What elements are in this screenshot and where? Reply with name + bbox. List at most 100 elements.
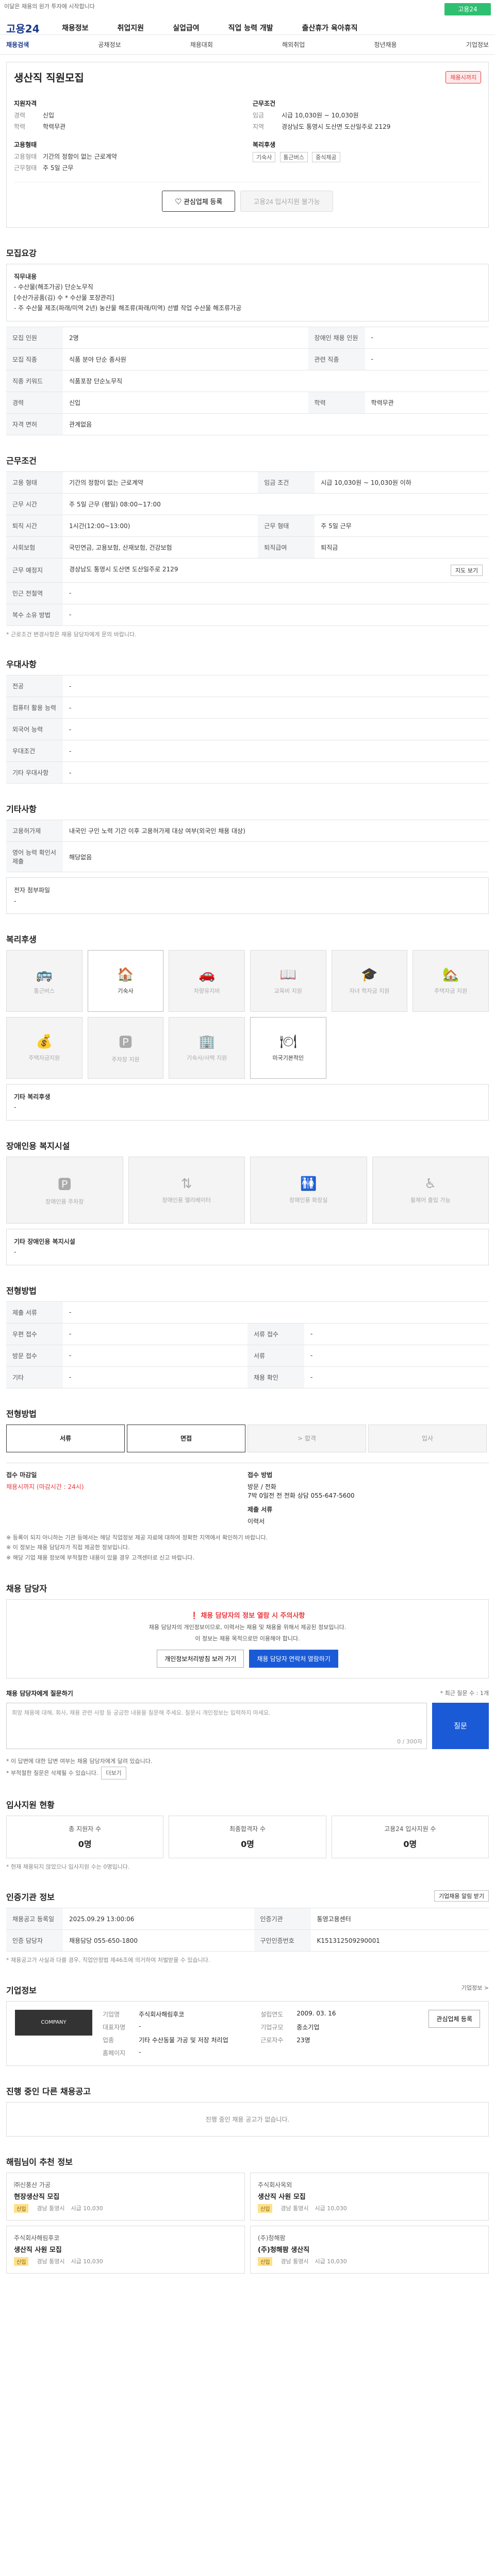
subnav-item[interactable]: 공채정보	[98, 40, 121, 49]
cell-value: -	[63, 1344, 248, 1367]
gnb-item[interactable]: 직업 능력 개발	[228, 23, 273, 33]
company-employees: 23명	[296, 2036, 310, 2044]
rec-card[interactable]: 주식회사옥외 생산직 사원 모집 신입 경남 통영시 시급 10,030	[250, 2172, 489, 2221]
gnb-item[interactable]: 출산휴가 육아휴직	[302, 23, 358, 33]
apply-doc-title: 전형방법	[6, 1285, 37, 1296]
method-label: 접수 방법	[248, 1471, 273, 1479]
dorm-icon: 🏠	[117, 967, 134, 982]
subnav-item[interactable]: 채용검색	[6, 40, 29, 49]
cell-value: 주 5일 근무 (평일) 08:00~17:00	[63, 493, 489, 515]
bus-icon: 🚌	[36, 967, 53, 982]
job-desc-line: - 주 수산물 제조(파래/미역 2년) 농산물 해조류(파래/미역) 선별 작…	[14, 304, 242, 312]
elevator-icon: ⇅	[180, 1176, 192, 1192]
cell-value: 학력무관	[365, 391, 489, 414]
preference-title: 우대사항	[6, 659, 37, 670]
welfare-pill: 중식제공	[312, 152, 340, 162]
docs-label: 제출 서류	[248, 1505, 273, 1513]
more-button[interactable]: 더보기	[101, 1766, 126, 1780]
company-size: 중소기업	[296, 2023, 320, 2031]
cell-key: 인증기관	[254, 1908, 311, 1930]
status-title: 입사지원 현황	[6, 1800, 55, 1810]
privacy-button[interactable]: 개인정보처리방침 보러 가기	[157, 1649, 244, 1668]
house-icon: 🏡	[442, 967, 459, 982]
qualification-head: 지원자격	[14, 100, 37, 107]
etc-title: 기타사항	[6, 804, 37, 815]
subnav-item[interactable]: 채용대회	[190, 40, 213, 49]
cell-key: 우대조건	[6, 740, 63, 762]
welfare-etc-value: -	[14, 1104, 16, 1111]
rec-card[interactable]: 주식회사해림후코 생산직 사원 모집 신입 경남 통영시 시급 10,030	[6, 2225, 245, 2274]
work-value: 주 5일 근무	[43, 164, 74, 172]
cell-value: -	[63, 582, 489, 604]
cell-key: 관련 직종	[308, 348, 365, 370]
career-key: 경력	[14, 112, 26, 119]
etc-table: 고용허가제 내국인 구인 노력 기간 이후 고용허가제 대상 여부(외국인 채용 …	[6, 820, 489, 873]
cell-value: 내국인 구인 노력 기간 이후 고용허가제 대상 여부(외국인 채용 대상)	[63, 820, 489, 842]
view-contact-button[interactable]: 채용 담당자 연락처 열람하기	[249, 1649, 338, 1668]
gnb-item[interactable]: 취업지원	[118, 23, 144, 33]
cell-value: 퇴직금	[315, 536, 489, 558]
job-desc-box: 직무내용 - 수산물(해조가공) 단순노무직 [수산가공품(김) 수 * 수산물…	[6, 264, 489, 321]
welfare-item: 🏢 기숙사/사택 지원	[169, 1016, 245, 1079]
apply-button[interactable]: 고용24 입사지원 불가능	[240, 191, 333, 212]
cell-value: -	[63, 1323, 248, 1345]
cell-value: 통영고용센터	[310, 1908, 489, 1930]
top-green-button[interactable]: 고용24	[444, 3, 491, 15]
subnav-item[interactable]: 해외취업	[282, 40, 305, 49]
alert-subscribe-button[interactable]: 기업채용 알림 받기	[434, 1890, 489, 1902]
conditions-title: 근무조건	[6, 455, 37, 466]
disability-grid: 🅿 장애인용 주차장 ⇅ 장애인용 엘리베이터 🚻 장애인용 화장실 ♿ 휠체어 출입 …	[6, 1156, 489, 1224]
rec-card[interactable]: (주)청해팜 (주)청해팜 생산직 신입 경남 통영시 시급 10,030	[250, 2225, 489, 2274]
preference-section: 우대사항 전공 - 컴퓨터 활용 능력 - 외국어 능력 - 우대조건 - 기타 우대사…	[6, 657, 489, 784]
qa-counter: 0 / 300자	[397, 1738, 422, 1745]
company-more-link[interactable]: 기업정보 >	[461, 1984, 489, 1992]
etc-section: 기타사항 고용허가제 내국인 구인 노력 기간 이후 고용허가제 대상 여부(외국…	[6, 802, 489, 914]
info-note: * 채용공고가 사실과 다를 경우, 직업안정법 제46조에 의거하여 처벌받을…	[6, 1957, 210, 1964]
alert-icon: ❗	[190, 1612, 201, 1620]
subnav-item[interactable]: 청년채용	[374, 40, 397, 49]
cell-key: 모집 직종	[6, 348, 63, 370]
stat-total: 총 지원자 수 0명	[6, 1816, 164, 1859]
contact-p1: 채용 담당자의 개인정보이므로, 이력서는 채용 및 채용을 위해서 제공된 정…	[148, 1623, 346, 1631]
map-button[interactable]: 지도 보기	[451, 564, 483, 576]
type-key: 고용형태	[14, 153, 37, 160]
gnb-item[interactable]: 채용정보	[62, 23, 89, 33]
cell-key: 방문 접수	[6, 1344, 63, 1367]
parking-icon: 🅿	[58, 1177, 72, 1193]
site-logo[interactable]: 고용24	[6, 21, 40, 36]
method-detail: 7박 0일전 전 전화 상담 055-647-5600	[248, 1492, 355, 1499]
interest-label: 관심업체 등록	[183, 198, 223, 206]
disability-title: 장애인용 복지시설	[6, 1141, 70, 1151]
cell-key: 인증 담당자	[6, 1929, 63, 1952]
edu-value: 학력무관	[43, 123, 66, 130]
welfare-item-empty	[331, 1016, 408, 1079]
cell-value: -	[304, 1366, 489, 1388]
qa-textarea[interactable]: 희망 채용에 대해, 회사, 채용 관련 사항 등 궁금한 내용을 질문해 주세…	[6, 1702, 427, 1749]
subnav-item[interactable]: 기업정보	[466, 40, 489, 49]
gnb-item[interactable]: 실업급여	[173, 23, 200, 33]
disability-section: 장애인용 복지시설 🅿 장애인용 주차장 ⇅ 장애인용 엘리베이터 🚻 장애인용 화장…	[6, 1139, 489, 1265]
cell-value: -	[63, 603, 489, 626]
cell-key: 근무 예정지	[6, 557, 63, 583]
wheelchair-icon: ♿	[424, 1176, 437, 1192]
qa-submit-button[interactable]: 질문	[432, 1702, 489, 1749]
recruit-title: 모집요강	[6, 248, 37, 258]
rec-card[interactable]: ㈜신풍산 가공 현장생산직 모집 신입 경남 통영시 시급 10,030	[6, 2172, 245, 2221]
step-item: 서류	[6, 1424, 125, 1452]
welfare-item: 🍽 미국기본적인	[250, 1016, 326, 1079]
interest-button[interactable]: ♡ 관심업체 등록	[162, 191, 236, 212]
deadline-badge: 채용시까지	[446, 71, 481, 83]
cell-value: 기간의 정함이 없는 근로계약	[63, 471, 258, 494]
cell-value: -	[304, 1323, 489, 1345]
cell-key: 모집 인원	[6, 326, 63, 349]
cell-key: 사회보험	[6, 536, 63, 558]
cell-key: 채용공고 등록일	[6, 1908, 63, 1930]
cell-key: 고용허가제	[6, 820, 63, 842]
conditions-head: 근무조건	[253, 100, 276, 107]
employment-type-head: 고용형태	[14, 141, 37, 148]
company-interest-button[interactable]: 관심업체 등록	[428, 2009, 480, 2028]
welfare-item: 🚌 통근버스	[6, 950, 82, 1012]
company-ceo: -	[139, 2022, 141, 2030]
cell-value: 2명	[63, 326, 308, 349]
step-item: 입사	[368, 1424, 487, 1452]
